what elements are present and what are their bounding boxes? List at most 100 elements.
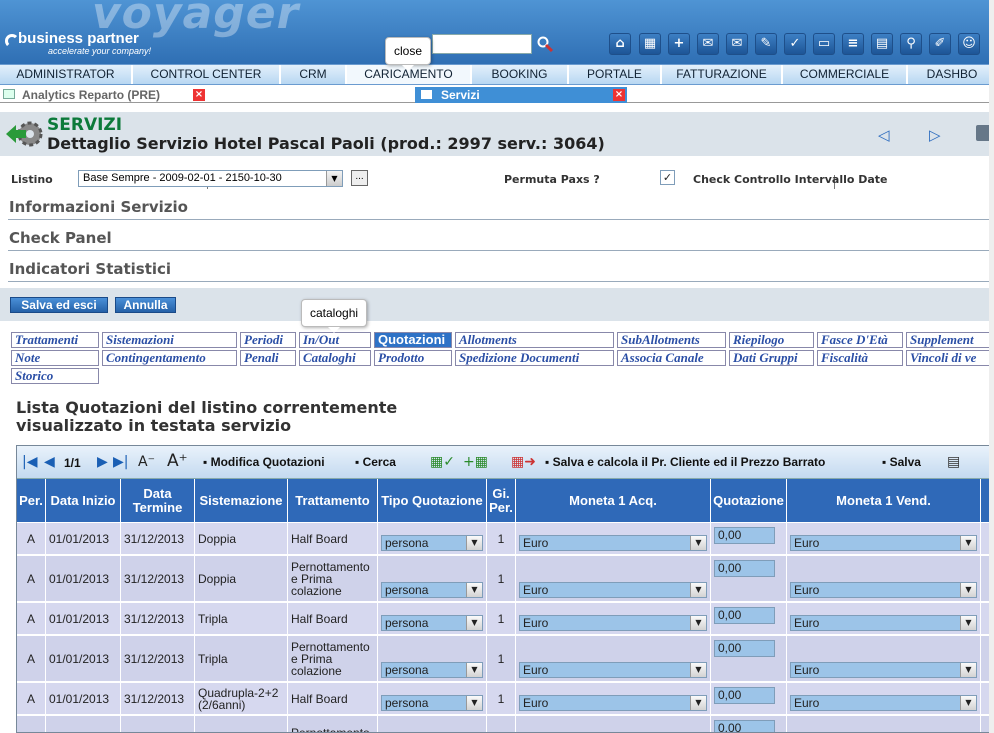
tab-spedizione-documenti[interactable]: Spedizione Documenti bbox=[455, 350, 614, 366]
tab-servizi[interactable]: Servizi bbox=[415, 87, 627, 103]
export-icon[interactable]: ▦➜ bbox=[511, 454, 536, 470]
tab-cataloghi[interactable]: Cataloghi bbox=[299, 350, 371, 366]
first-page-icon[interactable]: |◀ bbox=[22, 454, 37, 470]
tab-trattamenti[interactable]: Trattamenti bbox=[11, 332, 99, 348]
quotazione-input[interactable]: 0,00 bbox=[714, 687, 775, 704]
tab-associa-canale[interactable]: Associa Canale bbox=[617, 350, 726, 366]
tab-riepilogo[interactable]: Riepilogo bbox=[729, 332, 814, 348]
font-decrease-icon[interactable]: A⁻ bbox=[138, 454, 155, 470]
quotazione-input[interactable]: 0,00 bbox=[714, 720, 775, 732]
section-informazioni-servizio[interactable]: Informazioni Servizio bbox=[8, 196, 990, 220]
tab-suballotments[interactable]: SubAllotments bbox=[617, 332, 726, 348]
section-indicatori-statistici[interactable]: Indicatori Statistici bbox=[8, 258, 990, 282]
tasks-icon[interactable]: ✓ bbox=[784, 33, 806, 55]
tab-periodi[interactable]: Periodi bbox=[240, 332, 296, 348]
moneta-acq-select[interactable]: Euro ▼ bbox=[519, 535, 707, 551]
nav-control-center[interactable]: CONTROL CENTER bbox=[133, 65, 281, 84]
nav-crm[interactable]: CRM bbox=[281, 65, 347, 84]
quotazione-input[interactable]: 0,00 bbox=[714, 607, 775, 624]
list-icon[interactable]: ≡ bbox=[842, 33, 864, 55]
moneta-acq-select[interactable]: Euro ▼ bbox=[519, 662, 707, 678]
col-trattamento[interactable]: Trattamento bbox=[288, 479, 378, 522]
search-tool-icon[interactable]: ⚲ bbox=[900, 33, 922, 55]
tipo-quotazione-select[interactable]: persona ▼ bbox=[381, 535, 483, 551]
nav-booking[interactable]: BOOKING bbox=[472, 65, 569, 84]
col-data-termine[interactable]: Data Termine bbox=[121, 479, 195, 522]
tipo-quotazione-select[interactable]: persona ▼ bbox=[381, 695, 483, 711]
notes-list-icon[interactable]: ▤ bbox=[947, 454, 960, 470]
add-row-icon[interactable]: +▦ bbox=[463, 454, 488, 470]
tab-supplementi[interactable]: Supplement bbox=[906, 332, 990, 348]
users-icon[interactable]: ☺ bbox=[958, 33, 980, 55]
tab-prodotto[interactable]: Prodotto bbox=[374, 350, 452, 366]
next-page-icon[interactable]: ▶ bbox=[97, 454, 108, 470]
col-moneta-acq[interactable]: Moneta 1 Acq. bbox=[516, 479, 711, 522]
col-quotazione[interactable]: Quotazione bbox=[711, 479, 787, 522]
tab-fiscalita[interactable]: Fiscalità bbox=[817, 350, 903, 366]
tickets-icon[interactable]: ▭ bbox=[813, 33, 835, 55]
moneta-acq-select[interactable]: Euro ▼ bbox=[519, 615, 707, 631]
close-tab-analytics-icon[interactable]: × bbox=[193, 89, 205, 101]
tab-allotments[interactable]: Allotments bbox=[455, 332, 614, 348]
tab-penali[interactable]: Penali bbox=[240, 350, 296, 366]
col-tipo-quotazione[interactable]: Tipo Quotazione bbox=[378, 479, 487, 522]
tipo-quotazione-select[interactable]: persona ▼ bbox=[381, 662, 483, 678]
nav-fatturazione[interactable]: FATTURAZIONE bbox=[662, 65, 783, 84]
save-button[interactable]: ▪ Salva bbox=[882, 455, 921, 469]
next-icon[interactable]: ▷ bbox=[929, 126, 941, 144]
font-increase-icon[interactable]: A⁺ bbox=[167, 451, 188, 471]
tab-contingentamento[interactable]: Contingentamento bbox=[102, 350, 237, 366]
moneta-acq-select[interactable]: Euro ▼ bbox=[519, 582, 707, 598]
col-sistemazione[interactable]: Sistemazione bbox=[195, 479, 288, 522]
nav-commerciale[interactable]: COMMERCIALE bbox=[783, 65, 908, 84]
quotazione-input[interactable]: 0,00 bbox=[714, 560, 775, 577]
tab-vincoli[interactable]: Vincoli di ve bbox=[906, 350, 990, 366]
tipo-quotazione-select[interactable]: persona ▼ bbox=[381, 615, 483, 631]
moneta-vend-select[interactable]: Euro ▼ bbox=[790, 535, 977, 551]
col-data-inizio[interactable]: Data Inizio bbox=[46, 479, 121, 522]
tab-in-out[interactable]: In/Out bbox=[299, 332, 371, 348]
moneta-vend-select[interactable]: Euro ▼ bbox=[790, 582, 977, 598]
moneta-acq-select[interactable]: Euro ▼ bbox=[519, 695, 707, 711]
modify-quotations-button[interactable]: ▪ Modifica Quotazioni bbox=[203, 455, 325, 469]
back-gear-icon[interactable] bbox=[6, 117, 44, 151]
moneta-vend-select[interactable]: Euro ▼ bbox=[790, 695, 977, 711]
global-search-input[interactable] bbox=[432, 34, 532, 54]
calendar-icon[interactable]: ▦ bbox=[639, 33, 661, 55]
save-exit-button[interactable]: Salva ed esci bbox=[10, 297, 108, 313]
grid-check-icon[interactable]: ▦✓ bbox=[430, 454, 455, 470]
notes-icon[interactable]: ✐ bbox=[929, 33, 951, 55]
listino-select[interactable]: Base Sempre - 2009-02-01 - 2150-10-30 ▼ bbox=[78, 170, 343, 187]
search-button[interactable]: ▪ Cerca bbox=[355, 455, 396, 469]
mail-in-icon[interactable]: ✉ bbox=[697, 33, 719, 55]
tab-analytics-reparto[interactable]: Analytics Reparto (PRE) bbox=[0, 87, 205, 103]
search-icon[interactable] bbox=[537, 36, 553, 52]
tab-dati-gruppi[interactable]: Dati Gruppi bbox=[729, 350, 814, 366]
nav-portale[interactable]: PORTALE bbox=[569, 65, 662, 84]
calculator-icon[interactable]: ▤ bbox=[871, 33, 893, 55]
tab-fasce-eta[interactable]: Fasce D'Età bbox=[817, 332, 903, 348]
quotazione-input[interactable]: 0,00 bbox=[714, 640, 775, 657]
home-icon[interactable]: ⌂ bbox=[609, 33, 631, 55]
moneta-vend-select[interactable]: Euro ▼ bbox=[790, 662, 977, 678]
nav-administrator[interactable]: ADMINISTRATOR bbox=[0, 65, 133, 84]
previous-icon[interactable]: ◁ bbox=[878, 126, 890, 144]
moneta-vend-select[interactable]: Euro ▼ bbox=[790, 615, 977, 631]
section-check-panel[interactable]: Check Panel bbox=[8, 227, 990, 251]
col-gi-per[interactable]: Gi. Per. bbox=[487, 479, 516, 522]
col-moneta-vend[interactable]: Moneta 1 Vend. bbox=[787, 479, 981, 522]
page-scrollbar[interactable] bbox=[989, 0, 994, 733]
tipo-quotazione-select[interactable]: persona ▼ bbox=[381, 582, 483, 598]
edit-icon[interactable]: ✎ bbox=[755, 33, 777, 55]
col-per[interactable]: Per. bbox=[17, 479, 46, 522]
quotazione-input[interactable]: 0,00 bbox=[714, 527, 775, 544]
last-page-icon[interactable]: ▶| bbox=[113, 454, 128, 470]
tab-note[interactable]: Note bbox=[11, 350, 99, 366]
mail-out-icon[interactable]: ✉ bbox=[726, 33, 748, 55]
calendar-add-icon[interactable]: + bbox=[668, 33, 690, 55]
nav-dashboard[interactable]: DASHBO bbox=[908, 65, 994, 84]
listino-browse-button[interactable]: ... bbox=[351, 170, 368, 186]
tab-sistemazioni[interactable]: Sistemazioni bbox=[102, 332, 237, 348]
tab-storico[interactable]: Storico bbox=[11, 368, 99, 384]
close-tab-servizi-icon[interactable]: × bbox=[613, 89, 625, 101]
